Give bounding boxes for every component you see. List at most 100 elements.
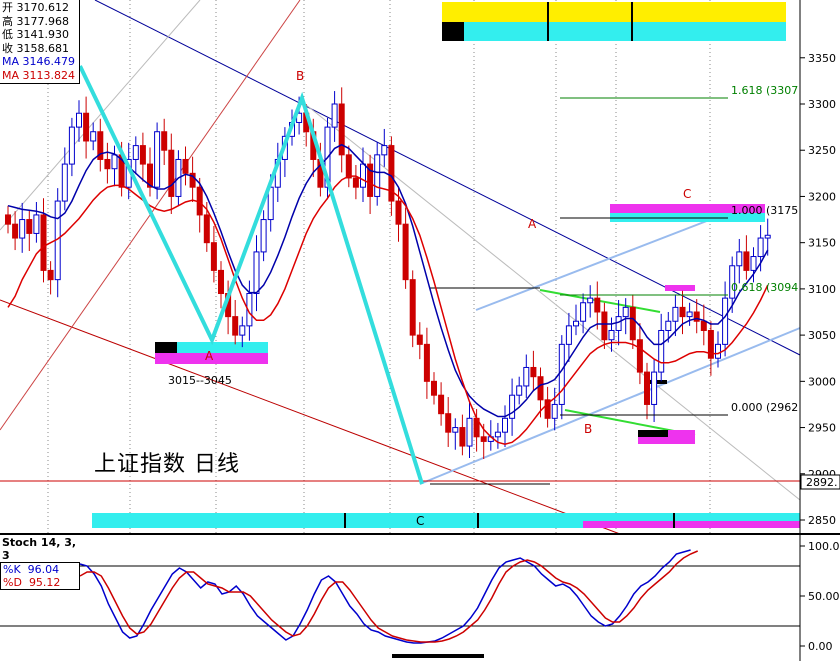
candle-body (565, 325, 572, 345)
stoch-k-label: %K (3, 563, 21, 576)
candle-body (757, 237, 764, 258)
candle-body (551, 403, 558, 419)
wave-label: C (683, 187, 691, 201)
candle-body (203, 214, 210, 244)
candle-body (644, 371, 650, 405)
candle-body (580, 302, 587, 322)
scroll-marker (392, 654, 484, 658)
candle-body (239, 325, 246, 336)
candle-body (90, 131, 97, 142)
axis-tick-label: 3300 (808, 98, 836, 111)
candle-body (558, 343, 565, 405)
candle-body (516, 385, 523, 396)
axis-tick-label: 3050 (808, 329, 836, 342)
candle-body (750, 256, 757, 271)
candle-body (331, 103, 338, 128)
stoch-title: Stoch 14, 3, 3 (2, 536, 77, 562)
candle-body (210, 242, 217, 271)
candle-body (722, 297, 729, 345)
magenta-small (665, 285, 695, 291)
candle-body (686, 311, 693, 318)
stoch-k-value: 96.04 (27, 563, 60, 576)
candle-body (622, 306, 629, 318)
black-box (155, 342, 177, 353)
ma1-row: MA 3146.479 (2, 55, 77, 69)
price-axis: 3350330032503200315031003050300029502900… (799, 0, 840, 661)
wave-label: A (205, 349, 214, 363)
candle-body (338, 103, 345, 156)
low-row: 低 3141.930 (2, 28, 77, 42)
candle-body (502, 417, 508, 433)
candle-body (459, 427, 466, 447)
candle-body (764, 234, 771, 239)
candle-body (260, 219, 267, 253)
fib-level-label: 0.000 (2962 (731, 401, 798, 414)
candle-body (537, 376, 544, 401)
axis-tick-label: 3350 (808, 52, 836, 65)
close-label: 收 (2, 41, 13, 55)
candle-body (530, 366, 537, 378)
current-price-label: 2892. (806, 476, 838, 489)
candle-body (636, 339, 643, 373)
candle-body (253, 251, 260, 295)
candle-body (651, 371, 658, 405)
chart-title: 上证指数 日线 (94, 452, 240, 477)
axis-tick-label: 3100 (808, 283, 836, 296)
axis-tick-label: 3150 (808, 237, 836, 250)
candle-body (672, 306, 679, 322)
candle-body (68, 126, 75, 165)
candle-body (161, 131, 168, 151)
price-chart: 1.618 (3307 1.000 (3175 0.618 (3094 0.000 (… (0, 0, 840, 661)
wave-label: B (296, 69, 304, 83)
candle-body (594, 297, 601, 313)
stoch-k-row: %K 96.04 (3, 563, 77, 576)
ma2-value: 3113.824 (22, 68, 76, 82)
candle-body (431, 380, 437, 396)
candle-body (416, 334, 423, 345)
open-value: 3170.612 (16, 1, 70, 14)
open-label: 开 (2, 1, 13, 14)
candle-body (452, 427, 459, 433)
stoch-d-row: %D 95.12 (3, 576, 77, 589)
candle-body (218, 269, 224, 295)
candle-body (168, 149, 175, 197)
candle-body (111, 154, 118, 170)
candle-body (573, 320, 579, 327)
candle-body (693, 311, 700, 322)
candle-body (104, 158, 111, 170)
candle-body (715, 343, 721, 359)
candle-body (438, 394, 445, 415)
stoch-d-value: 95.12 (28, 576, 61, 589)
stoch-axis-label: 0.00 (808, 640, 833, 653)
candle-body (132, 145, 139, 160)
wave-label: C (416, 514, 424, 528)
candle-body (608, 329, 615, 341)
candle-body (445, 413, 452, 433)
axis-tick-label: 3200 (808, 190, 836, 203)
low-label: 低 (2, 28, 13, 41)
stoch-legend: Stoch 14, 3, 3 %K 96.04 %D 95.12 (0, 536, 80, 590)
stoch-axis-label: 100.00 (808, 540, 840, 553)
fib-level-label: 1.000 (3175 (731, 204, 798, 217)
wave-label: B (584, 422, 592, 436)
candle-body (615, 316, 622, 331)
candle-body (480, 436, 487, 442)
ohlc-info-box: 开 3170.612 高 3177.968 低 3141.930 收 3158.… (0, 0, 80, 84)
stoch-axis-label: 50.00 (808, 590, 840, 603)
candle-body (523, 366, 530, 387)
black-box-low (638, 430, 668, 437)
candle-body (154, 131, 161, 188)
candle-body (679, 306, 686, 318)
candle-body (665, 320, 672, 331)
candle-body (61, 163, 68, 202)
stoch-d-label: %D (3, 576, 22, 589)
candle-body (601, 311, 608, 341)
ma1-value: 3146.479 (22, 55, 76, 68)
candle-body (423, 343, 430, 382)
bottom-magenta-band (583, 521, 800, 528)
candle-body (139, 145, 146, 165)
high-row: 高 3177.968 (2, 15, 77, 29)
candle-body (395, 200, 402, 225)
candle-body (352, 177, 359, 188)
ma2-row: MA 3113.824 (2, 69, 77, 83)
